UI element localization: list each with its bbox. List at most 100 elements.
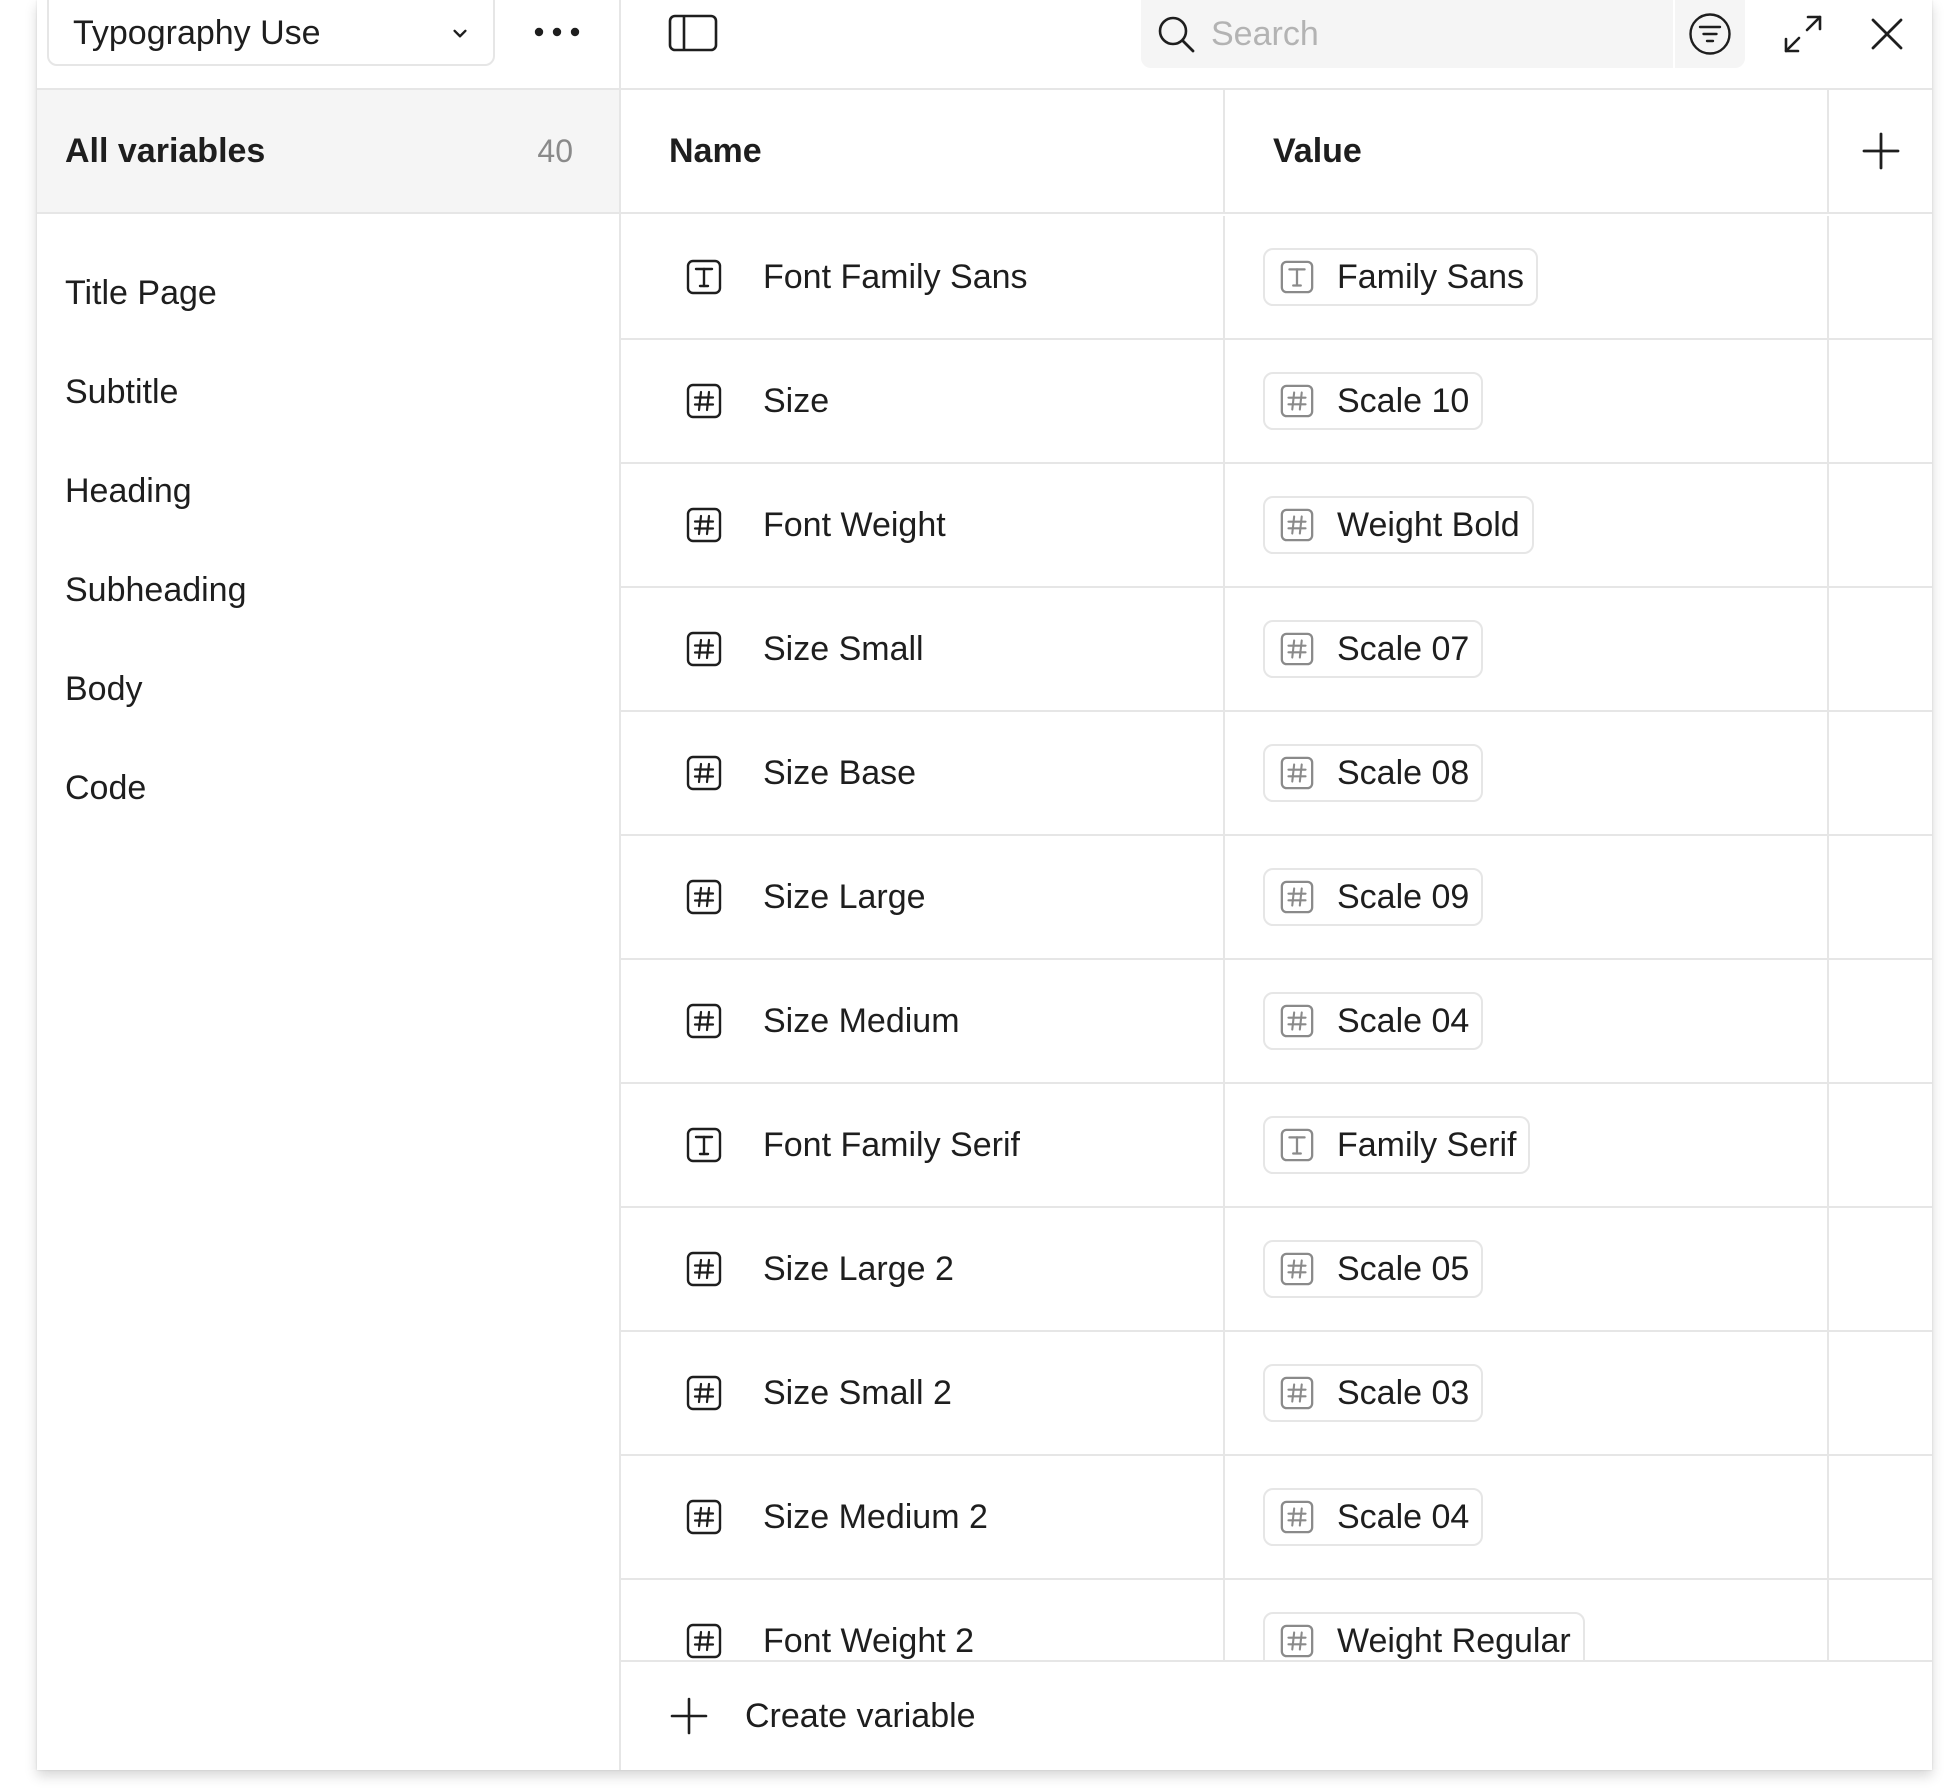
all-variables-item[interactable]: All variables 40 [37, 90, 619, 214]
value-alias-pill[interactable]: Weight Bold [1263, 496, 1534, 554]
value-alias-pill[interactable]: Scale 07 [1263, 620, 1484, 678]
text-type-icon [686, 1127, 722, 1163]
table-row[interactable]: Size Large 2 Scale 05 [621, 1208, 1932, 1332]
variable-name: Size Large [763, 877, 926, 916]
number-type-icon [686, 383, 722, 419]
table-row[interactable]: Font Weight 2 Weight Regular [621, 1580, 1932, 1660]
value-alias-pill[interactable]: Scale 08 [1263, 744, 1484, 802]
value-alias-pill[interactable]: Family Sans [1263, 248, 1539, 306]
table-row[interactable]: Size Medium Scale 04 [621, 960, 1932, 1084]
variable-name: Font Weight [763, 505, 946, 544]
variable-value: Scale 10 [1337, 381, 1470, 420]
variable-name-cell[interactable]: Size Small [621, 588, 1225, 710]
variable-name-cell[interactable]: Font Weight [621, 464, 1225, 586]
more-horizontal-icon [534, 27, 580, 37]
variable-name: Font Family Sans [763, 257, 1028, 296]
value-column-header: Value [1225, 90, 1829, 212]
group-item-heading[interactable]: Heading [37, 442, 619, 541]
collection-dropdown[interactable]: Typography Use [47, 0, 495, 66]
value-alias-pill[interactable]: Scale 04 [1263, 992, 1484, 1050]
table-row[interactable]: Font Weight Weight Bold [621, 464, 1932, 588]
variable-name-cell[interactable]: Size Large [621, 836, 1225, 958]
expand-icon [1784, 15, 1822, 53]
value-alias-pill[interactable]: Scale 05 [1263, 1240, 1484, 1298]
table-row[interactable]: Font Family Sans Family Sans [621, 216, 1932, 340]
create-variable-button[interactable]: Create variable [621, 1660, 1932, 1770]
row-extra-cell [1829, 1332, 1932, 1454]
search-icon [1158, 16, 1195, 53]
text-type-icon [1280, 1128, 1314, 1162]
variable-name-cell[interactable]: Size Small 2 [621, 1332, 1225, 1454]
variable-rows: Font Family Sans Family Sans Size Scale 10 F… [621, 216, 1932, 1660]
value-alias-pill[interactable]: Scale 10 [1263, 372, 1484, 430]
name-column-header: Name [621, 90, 1225, 212]
search-input[interactable] [1209, 13, 1649, 55]
variable-value: Family Serif [1337, 1125, 1517, 1164]
variable-name: Size Base [763, 753, 917, 792]
number-type-icon [1280, 1624, 1314, 1658]
more-options-button[interactable] [525, 6, 589, 58]
value-alias-pill[interactable]: Family Serif [1263, 1116, 1531, 1174]
number-type-icon [686, 1499, 722, 1535]
value-alias-pill[interactable]: Scale 03 [1263, 1364, 1484, 1422]
table-header: Name Value [621, 90, 1932, 214]
number-type-icon [686, 755, 722, 791]
value-alias-pill[interactable]: Scale 04 [1263, 1488, 1484, 1546]
variable-value: Scale 07 [1337, 629, 1470, 668]
variable-name-cell[interactable]: Size Base [621, 712, 1225, 834]
value-alias-pill[interactable]: Scale 09 [1263, 868, 1484, 926]
variable-value-cell: Scale 04 [1225, 1456, 1829, 1578]
table-row[interactable]: Size Large Scale 09 [621, 836, 1932, 960]
plus-icon [1862, 132, 1899, 170]
number-type-icon [686, 631, 722, 667]
text-type-icon [686, 259, 722, 295]
group-item-subtitle[interactable]: Subtitle [37, 343, 619, 442]
table-row[interactable]: Font Family Serif Family Serif [621, 1084, 1932, 1208]
table-row[interactable]: Size Small 2 Scale 03 [621, 1332, 1932, 1456]
group-item-code[interactable]: Code [37, 739, 619, 838]
row-extra-cell [1829, 1456, 1932, 1578]
add-column-button[interactable] [1829, 90, 1932, 212]
variable-name: Size Medium 2 [763, 1497, 988, 1536]
variable-name-cell[interactable]: Font Family Sans [621, 216, 1225, 338]
group-item-subheading[interactable]: Subheading [37, 541, 619, 640]
row-extra-cell [1829, 960, 1932, 1082]
value-alias-pill[interactable]: Weight Regular [1263, 1612, 1585, 1660]
filter-icon [1689, 13, 1731, 55]
number-type-icon [686, 1375, 722, 1411]
row-extra-cell [1829, 836, 1932, 958]
variable-name-cell[interactable]: Font Weight 2 [621, 1580, 1225, 1660]
variable-name-cell[interactable]: Size Medium [621, 960, 1225, 1082]
main-area: Name Value Font Family Sans Family Sans Si… [621, 0, 1932, 1770]
expand-button[interactable] [1773, 8, 1833, 60]
variable-value: Scale 03 [1337, 1373, 1470, 1412]
variable-value: Scale 05 [1337, 1249, 1470, 1288]
variable-value-cell: Scale 10 [1225, 340, 1829, 462]
variable-name-cell[interactable]: Size Large 2 [621, 1208, 1225, 1330]
create-variable-label: Create variable [745, 1696, 976, 1735]
variable-name-cell[interactable]: Size [621, 340, 1225, 462]
variable-name: Size [763, 381, 830, 420]
variable-value-cell: Scale 04 [1225, 960, 1829, 1082]
close-button[interactable] [1857, 8, 1917, 60]
sidebar-toggle-button[interactable] [665, 12, 721, 54]
filter-button[interactable] [1673, 0, 1745, 68]
variable-name: Size Large 2 [763, 1249, 954, 1288]
variable-value: Weight Bold [1337, 505, 1520, 544]
table-row[interactable]: Size Scale 10 [621, 340, 1932, 464]
row-extra-cell [1829, 1084, 1932, 1206]
number-type-icon [1280, 756, 1314, 790]
variable-value: Scale 04 [1337, 1497, 1470, 1536]
number-type-icon [1280, 384, 1314, 418]
table-row[interactable]: Size Small Scale 07 [621, 588, 1932, 712]
group-item-title-page[interactable]: Title Page [37, 244, 619, 343]
variable-value-cell: Scale 03 [1225, 1332, 1829, 1454]
variable-name-cell[interactable]: Font Family Serif [621, 1084, 1225, 1206]
table-row[interactable]: Size Medium 2 Scale 04 [621, 1456, 1932, 1580]
text-type-icon [1280, 260, 1314, 294]
group-item-body[interactable]: Body [37, 640, 619, 739]
number-type-icon [1280, 1004, 1314, 1038]
variable-name-cell[interactable]: Size Medium 2 [621, 1456, 1225, 1578]
table-row[interactable]: Size Base Scale 08 [621, 712, 1932, 836]
number-type-icon [1280, 1500, 1314, 1534]
